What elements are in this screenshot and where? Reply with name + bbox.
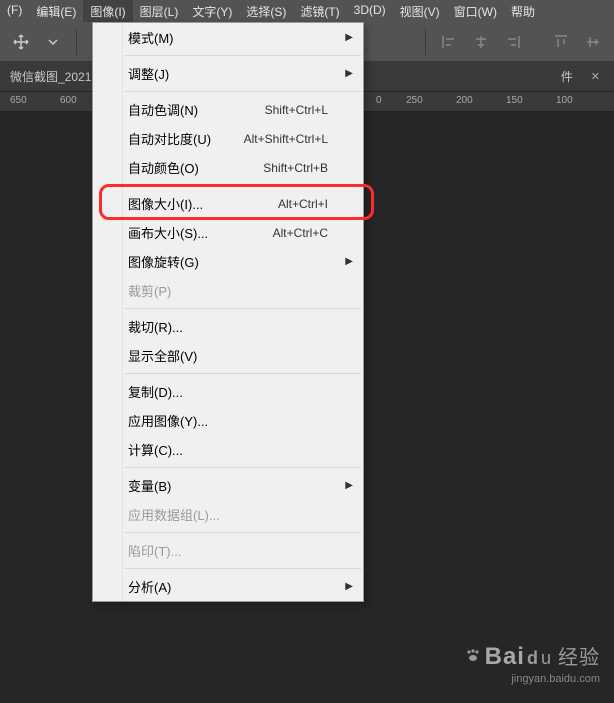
tab-close-button[interactable]: ✕ — [577, 62, 614, 91]
align-center-h-icon[interactable] — [468, 29, 494, 55]
menu-separator — [125, 55, 361, 56]
submenu-arrow-icon: ▶ — [345, 581, 353, 592]
menu-item[interactable]: 分析(A) ▶ — [93, 572, 363, 601]
menu-separator — [125, 532, 361, 533]
menu-shortcut: Alt+Ctrl+C — [273, 226, 328, 240]
menubar-item[interactable]: (F) — [0, 0, 29, 22]
submenu-arrow-icon: ▶ — [345, 480, 353, 491]
ruler-tick: 150 — [506, 95, 523, 106]
toolbar-separator — [76, 29, 77, 55]
menu-item-label: 自动对比度(U) — [128, 129, 211, 148]
menu-item[interactable]: 自动对比度(U) Alt+Shift+Ctrl+L — [93, 124, 363, 153]
watermark-brand-post: 经验 — [558, 641, 600, 670]
menu-item-label: 画布大小(S)... — [128, 223, 208, 242]
toolbar-separator — [425, 29, 426, 55]
watermark-brand-pre: Bai — [485, 643, 525, 671]
ruler-tick: 0 — [376, 95, 382, 106]
menubar-item[interactable]: 选择(S) — [239, 0, 293, 22]
menu-shortcut: Shift+Ctrl+B — [263, 161, 328, 175]
menu-item[interactable]: 模式(M) ▶ — [93, 23, 363, 52]
menu-separator — [125, 373, 361, 374]
menu-item-label: 陷印(T)... — [128, 541, 181, 560]
menu-item-label: 分析(A) — [128, 577, 171, 596]
move-tool-icon[interactable] — [8, 29, 34, 55]
tab-extra: 件 — [557, 62, 577, 91]
menu-item[interactable]: 图像旋转(G) ▶ — [93, 247, 363, 276]
menubar-item[interactable]: 图层(L) — [133, 0, 186, 22]
ruler-tick: 650 — [10, 95, 27, 106]
menu-separator — [125, 568, 361, 569]
menubar: (F)编辑(E)图像(I)图层(L)文字(Y)选择(S)滤镜(T)3D(D)视图… — [0, 0, 614, 22]
align-left-icon[interactable] — [436, 29, 462, 55]
menubar-item[interactable]: 编辑(E) — [29, 0, 83, 22]
menu-separator — [125, 467, 361, 468]
document-tab[interactable]: 微信截图_2021 — [0, 62, 101, 91]
menu-item-label: 图像大小(I)... — [128, 194, 203, 213]
menu-item[interactable]: 裁切(R)... — [93, 312, 363, 341]
align-top-icon[interactable] — [548, 29, 574, 55]
menu-item: 裁剪(P) — [93, 276, 363, 305]
menu-item-label: 裁剪(P) — [128, 281, 171, 300]
menu-item-label: 显示全部(V) — [128, 346, 197, 365]
submenu-arrow-icon: ▶ — [345, 32, 353, 43]
menu-item[interactable]: 应用图像(Y)... — [93, 406, 363, 435]
menu-item-label: 应用数据组(L)... — [128, 505, 220, 524]
watermark-url: jingyan.baidu.com — [465, 673, 600, 685]
submenu-arrow-icon: ▶ — [345, 68, 353, 79]
menu-separator — [125, 308, 361, 309]
chevron-down-icon[interactable] — [40, 29, 66, 55]
menu-item[interactable]: 图像大小(I)... Alt+Ctrl+I — [93, 189, 363, 218]
menu-item-label: 变量(B) — [128, 476, 171, 495]
menu-item[interactable]: 计算(C)... — [93, 435, 363, 464]
menu-shortcut: Alt+Shift+Ctrl+L — [244, 132, 328, 146]
menu-item-label: 调整(J) — [128, 64, 169, 83]
menu-item-label: 模式(M) — [128, 28, 174, 47]
menu-shortcut: Shift+Ctrl+L — [265, 103, 328, 117]
menu-item-label: 裁切(R)... — [128, 317, 183, 336]
align-right-icon[interactable] — [500, 29, 526, 55]
image-menu-dropdown: 模式(M) ▶ 调整(J) ▶ 自动色调(N) Shift+Ctrl+L 自动对比度(U) A… — [92, 22, 364, 602]
menubar-item[interactable]: 文字(Y) — [185, 0, 239, 22]
ruler-tick: 250 — [406, 95, 423, 106]
ruler-tick: 100 — [556, 95, 573, 106]
du-icon: d — [527, 648, 539, 669]
menu-separator — [125, 91, 361, 92]
menubar-item[interactable]: 帮助 — [504, 0, 542, 22]
menu-item-label: 应用图像(Y)... — [128, 411, 208, 430]
menu-item[interactable]: 显示全部(V) — [93, 341, 363, 370]
menu-item[interactable]: 调整(J) ▶ — [93, 59, 363, 88]
menubar-item[interactable]: 3D(D) — [347, 0, 393, 22]
menubar-item[interactable]: 视图(V) — [393, 0, 447, 22]
menu-shortcut: Alt+Ctrl+I — [278, 197, 328, 211]
menu-item[interactable]: 变量(B) ▶ — [93, 471, 363, 500]
ruler-tick: 200 — [456, 95, 473, 106]
tab-title: 微信截图_2021 — [10, 68, 91, 85]
align-middle-icon[interactable] — [580, 29, 606, 55]
menu-item-label: 计算(C)... — [128, 440, 183, 459]
watermark: Baidu 经验 jingyan.baidu.com — [465, 641, 600, 685]
menu-item[interactable]: 自动颜色(O) Shift+Ctrl+B — [93, 153, 363, 182]
menu-separator — [125, 185, 361, 186]
menubar-item[interactable]: 图像(I) — [83, 0, 132, 22]
menu-item-label: 复制(D)... — [128, 382, 183, 401]
menu-item-label: 自动色调(N) — [128, 100, 198, 119]
menu-item[interactable]: 画布大小(S)... Alt+Ctrl+C — [93, 218, 363, 247]
menubar-item[interactable]: 滤镜(T) — [293, 0, 346, 22]
paw-icon — [465, 643, 481, 671]
menu-item[interactable]: 复制(D)... — [93, 377, 363, 406]
submenu-arrow-icon: ▶ — [345, 256, 353, 267]
menubar-item[interactable]: 窗口(W) — [447, 0, 504, 22]
menu-item-label: 图像旋转(G) — [128, 252, 199, 271]
menu-item-label: 自动颜色(O) — [128, 158, 199, 177]
ruler-tick: 600 — [60, 95, 77, 106]
close-icon: ✕ — [587, 70, 604, 83]
menu-item: 陷印(T)... — [93, 536, 363, 565]
menu-item[interactable]: 自动色调(N) Shift+Ctrl+L — [93, 95, 363, 124]
menu-item: 应用数据组(L)... — [93, 500, 363, 529]
